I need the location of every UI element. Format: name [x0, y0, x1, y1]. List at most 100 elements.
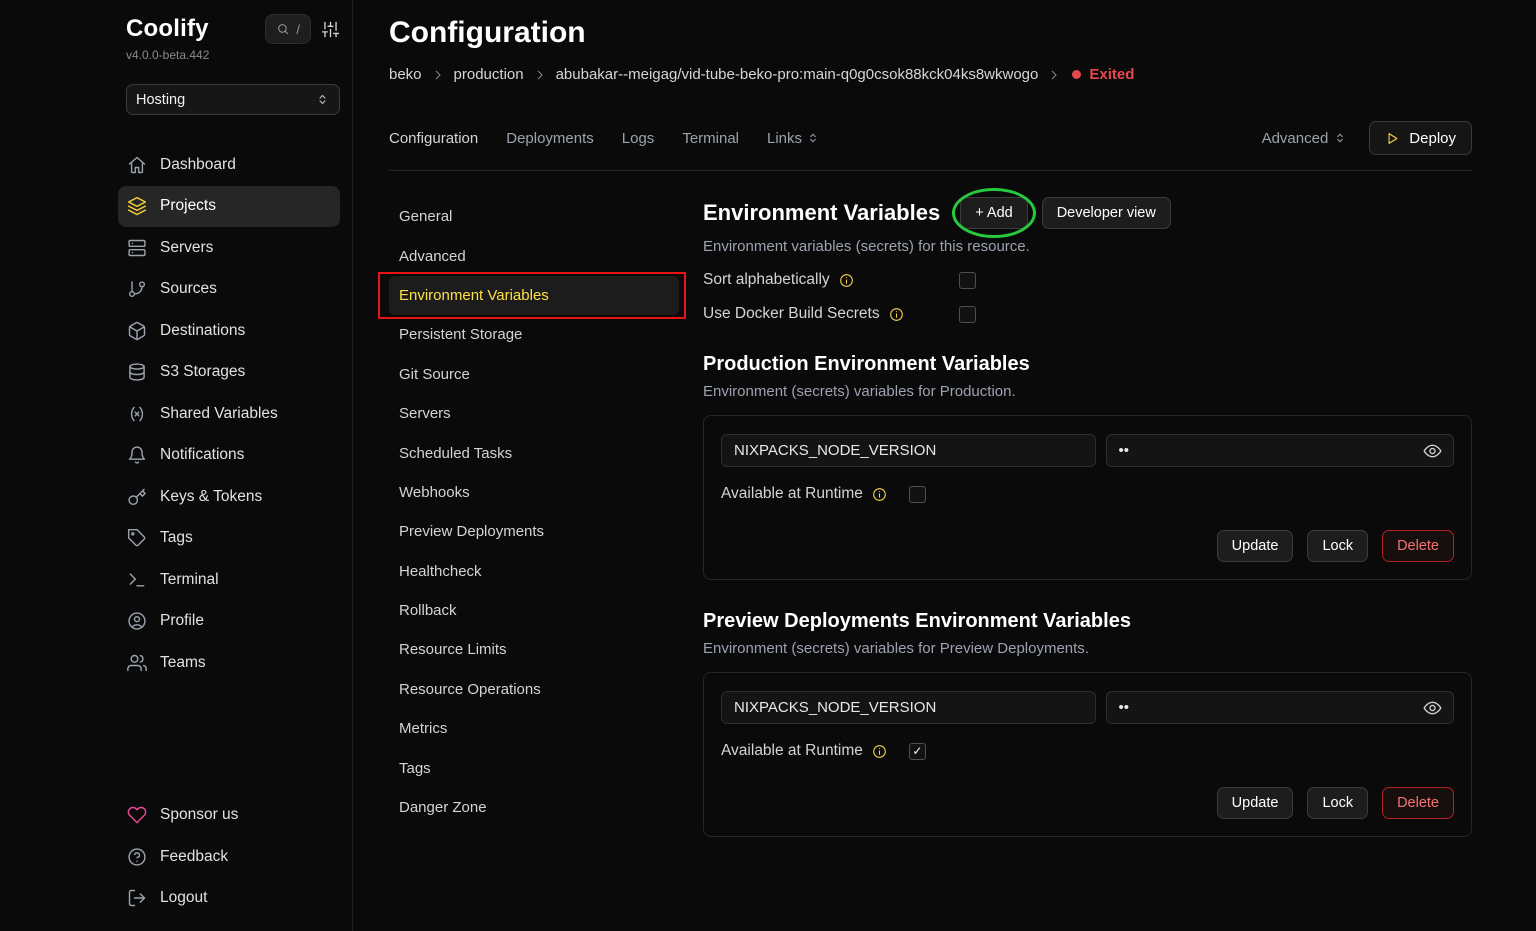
subnav-item-git-source[interactable]: Git Source — [389, 355, 679, 394]
deploy-button[interactable]: Deploy — [1369, 121, 1472, 155]
terminal-icon — [127, 570, 147, 590]
sidebar-item-label: Sources — [160, 280, 217, 298]
env-var-value-wrap — [1106, 691, 1455, 724]
sidebar-item-label: Dashboard — [160, 156, 236, 174]
sidebar-item-keys-tokens[interactable]: Keys & Tokens — [118, 476, 340, 518]
deploy-label: Deploy — [1409, 130, 1456, 147]
info-icon — [889, 307, 904, 322]
subnav-item-metrics[interactable]: Metrics — [389, 709, 679, 748]
eye-icon[interactable] — [1423, 698, 1442, 717]
subnav-item-resource-limits[interactable]: Resource Limits — [389, 630, 679, 669]
search-icon — [276, 22, 290, 36]
subnav-item-rollback[interactable]: Rollback — [389, 591, 679, 630]
breadcrumb: beko production abubakar--meigag/vid-tub… — [389, 66, 1472, 83]
bell-icon — [127, 445, 147, 465]
env-var-value-input[interactable] — [1106, 434, 1455, 467]
sidebar-footer: Sponsor us Feedback Logout — [118, 795, 340, 920]
tab-bar: Configuration Deployments Logs Terminal … — [389, 121, 1472, 155]
tab-deployments[interactable]: Deployments — [506, 130, 594, 147]
tab-configuration[interactable]: Configuration — [389, 130, 478, 147]
update-button[interactable]: Update — [1217, 530, 1294, 562]
tab-terminal[interactable]: Terminal — [682, 130, 739, 147]
breadcrumb-resource[interactable]: abubakar--meigag/vid-tube-beko-pro:main-… — [556, 66, 1039, 83]
available-at-runtime-row: Available at Runtime ✓ — [721, 742, 1454, 760]
delete-button[interactable]: Delete — [1382, 530, 1454, 562]
subnav-item-advanced[interactable]: Advanced — [389, 236, 679, 275]
sidebar-item-dashboard[interactable]: Dashboard — [118, 144, 340, 186]
subnav-item-persistent-storage[interactable]: Persistent Storage — [389, 315, 679, 354]
tab-links-label: Links — [767, 130, 802, 147]
docker-build-secrets-row: Use Docker Build Secrets — [703, 305, 1472, 323]
eye-icon[interactable] — [1423, 441, 1442, 460]
subnav-item-environment-variables[interactable]: Environment Variables — [389, 276, 679, 315]
sidebar-item-tags[interactable]: Tags — [118, 518, 340, 560]
breadcrumb-environment[interactable]: production — [454, 66, 524, 83]
sidebar-item-teams[interactable]: Teams — [118, 642, 340, 684]
add-button[interactable]: + Add — [960, 197, 1028, 229]
env-var-name-input[interactable] — [721, 691, 1096, 724]
page-title: Configuration — [389, 14, 1472, 51]
runtime-label: Available at Runtime — [721, 485, 863, 503]
lock-button[interactable]: Lock — [1307, 787, 1368, 819]
variable-icon — [127, 404, 147, 424]
env-var-name-input[interactable] — [721, 434, 1096, 467]
runtime-label: Available at Runtime — [721, 742, 863, 760]
sidebar-item-logout[interactable]: Logout — [118, 878, 340, 920]
sidebar-item-shared-variables[interactable]: Shared Variables — [118, 393, 340, 435]
search-button[interactable]: / — [265, 14, 311, 44]
sidebar-item-notifications[interactable]: Notifications — [118, 435, 340, 477]
delete-button[interactable]: Delete — [1382, 787, 1454, 819]
subnav-item-resource-operations[interactable]: Resource Operations — [389, 670, 679, 709]
subnav-item-danger-zone[interactable]: Danger Zone — [389, 788, 679, 827]
database-icon — [127, 362, 147, 382]
team-select[interactable]: Hosting — [126, 84, 340, 115]
tab-links-dropdown[interactable]: Links — [767, 130, 820, 147]
sidebar-nav: Dashboard Projects Servers Sources Desti… — [118, 144, 340, 684]
env-title: Environment Variables — [703, 200, 940, 226]
sidebar-item-destinations[interactable]: Destinations — [118, 310, 340, 352]
sidebar-item-servers[interactable]: Servers — [118, 227, 340, 269]
docker-build-secrets-checkbox[interactable] — [959, 306, 976, 323]
env-variables-panel: Environment Variables + Add Developer vi… — [703, 197, 1472, 931]
subnav-item-servers[interactable]: Servers — [389, 394, 679, 433]
add-button-wrap: + Add — [960, 197, 1028, 229]
logout-icon — [127, 888, 147, 908]
sidebar-item-label: Projects — [160, 197, 216, 215]
sidebar-item-terminal[interactable]: Terminal — [118, 559, 340, 601]
settings-sliders-button[interactable] — [321, 20, 340, 39]
tab-logs[interactable]: Logs — [622, 130, 655, 147]
subnav-item-healthcheck[interactable]: Healthcheck — [389, 552, 679, 591]
env-header: Environment Variables + Add Developer vi… — [703, 197, 1472, 229]
sort-alphabetically-checkbox[interactable] — [959, 272, 976, 289]
info-icon — [872, 744, 887, 759]
available-at-runtime-checkbox[interactable] — [909, 486, 926, 503]
sidebar-item-s3-storages[interactable]: S3 Storages — [118, 352, 340, 394]
sidebar-item-sources[interactable]: Sources — [118, 269, 340, 311]
sidebar-item-sponsor[interactable]: Sponsor us — [118, 795, 340, 837]
developer-view-button[interactable]: Developer view — [1042, 197, 1171, 229]
status-dot — [1072, 70, 1081, 79]
subnav-item-scheduled-tasks[interactable]: Scheduled Tasks — [389, 433, 679, 472]
update-button[interactable]: Update — [1217, 787, 1294, 819]
sort-label: Sort alphabetically — [703, 271, 830, 289]
subnav-item-tags[interactable]: Tags — [389, 748, 679, 787]
sidebar-item-label: Terminal — [160, 571, 219, 589]
box-icon — [127, 321, 147, 341]
lock-button[interactable]: Lock — [1307, 530, 1368, 562]
subnav-item-general[interactable]: General — [389, 197, 679, 236]
env-var-value-input[interactable] — [1106, 691, 1455, 724]
content-row: General Advanced Environment Variables P… — [389, 197, 1472, 931]
chevron-updown-icon — [315, 92, 330, 107]
layers-icon — [127, 196, 147, 216]
available-at-runtime-checkbox-checked[interactable]: ✓ — [909, 743, 926, 760]
sidebar-item-label: Profile — [160, 612, 204, 630]
production-section-subtitle: Environment (secrets) variables for Prod… — [703, 383, 1472, 400]
subnav-item-preview-deployments[interactable]: Preview Deployments — [389, 512, 679, 551]
sidebar-item-feedback[interactable]: Feedback — [118, 836, 340, 878]
sidebar-item-projects[interactable]: Projects — [118, 186, 340, 228]
advanced-dropdown[interactable]: Advanced — [1262, 130, 1348, 147]
breadcrumb-project[interactable]: beko — [389, 66, 422, 83]
sidebar-item-profile[interactable]: Profile — [118, 601, 340, 643]
home-icon — [127, 155, 147, 175]
subnav-item-webhooks[interactable]: Webhooks — [389, 473, 679, 512]
